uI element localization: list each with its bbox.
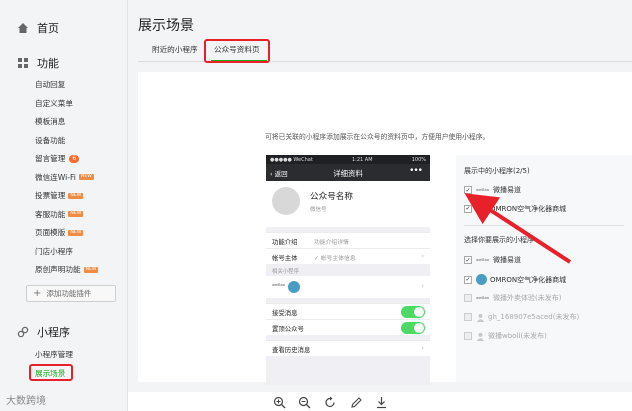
zoom-in-icon[interactable] — [273, 396, 286, 409]
download-icon[interactable] — [375, 396, 388, 409]
annotation-arrow-icon — [464, 193, 572, 264]
viewer-toolbar — [128, 392, 632, 411]
edit-icon[interactable] — [350, 396, 363, 409]
zoom-out-icon[interactable] — [298, 396, 311, 409]
watermark: 大数跨境 — [6, 396, 46, 407]
rotate-icon[interactable] — [324, 396, 337, 409]
